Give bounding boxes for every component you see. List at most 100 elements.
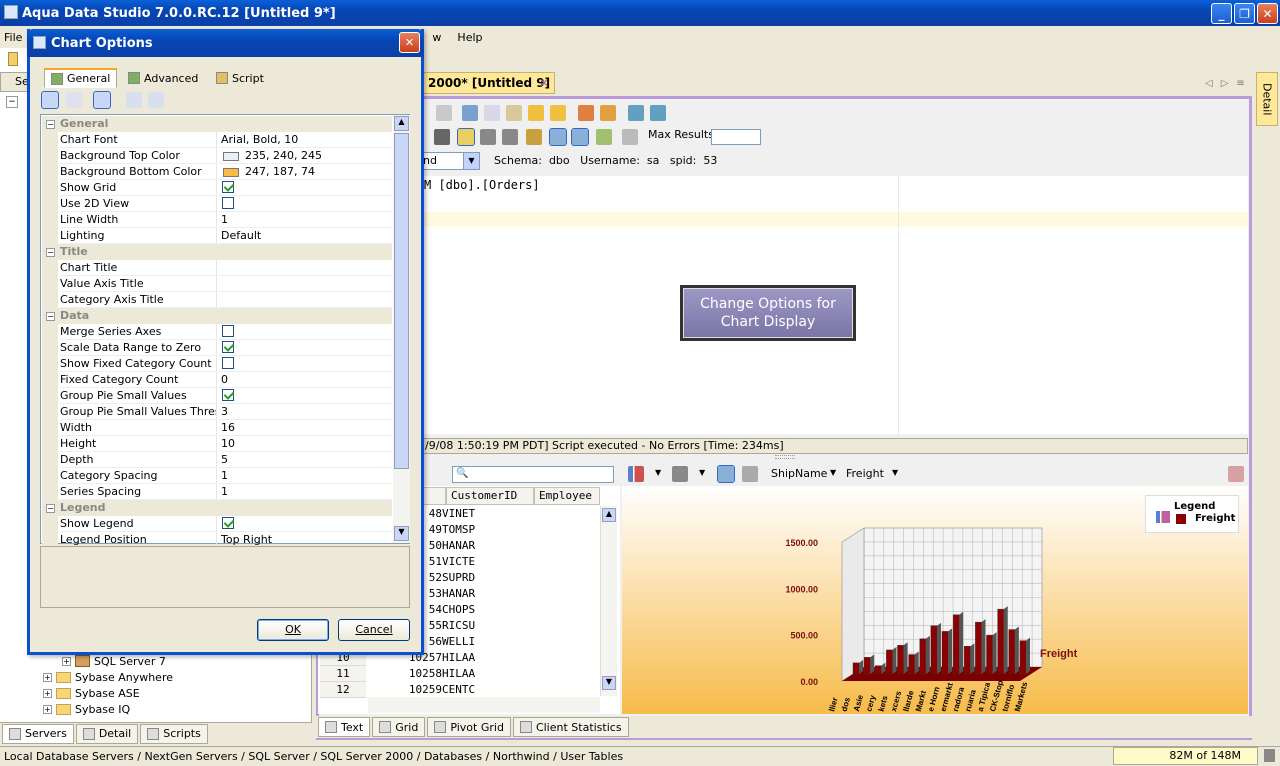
property-value[interactable] bbox=[219, 356, 392, 372]
results-icon[interactable] bbox=[596, 129, 612, 145]
tree-collapse-icon[interactable]: − bbox=[6, 96, 18, 108]
property-row[interactable]: Chart Title bbox=[42, 260, 392, 276]
database-select[interactable]: nd ▼ bbox=[418, 152, 480, 170]
tab-scripts[interactable]: Scripts bbox=[140, 723, 208, 744]
close-window-button[interactable]: ✕ bbox=[1257, 3, 1278, 24]
grid-row-number[interactable]: 12 bbox=[320, 682, 366, 698]
tab-text[interactable]: Text bbox=[318, 717, 371, 737]
property-row[interactable]: Group Pie Small Values bbox=[42, 388, 392, 404]
property-value[interactable]: Arial, Bold, 10 bbox=[219, 132, 392, 148]
undo-icon[interactable] bbox=[528, 105, 544, 121]
color-swatch[interactable] bbox=[223, 151, 239, 161]
property-checkbox[interactable] bbox=[222, 341, 234, 353]
tab-servers[interactable]: Servers bbox=[2, 723, 74, 744]
tab-grid[interactable]: Grid bbox=[372, 717, 426, 737]
property-checkbox[interactable] bbox=[222, 357, 234, 369]
cut-icon[interactable] bbox=[462, 105, 478, 121]
grid-horizontal-scrollbar[interactable] bbox=[368, 697, 600, 713]
property-row[interactable]: Value Axis Title bbox=[42, 276, 392, 292]
grid-header-employee[interactable]: Employee bbox=[534, 487, 600, 505]
tab-client-statistics[interactable]: Client Statistics bbox=[512, 717, 629, 737]
tab-pivot-grid[interactable]: Pivot Grid bbox=[427, 717, 511, 737]
explain-icon[interactable] bbox=[526, 129, 542, 145]
property-row[interactable]: Series Spacing 1 bbox=[42, 484, 392, 500]
sort-alpha-icon[interactable] bbox=[66, 92, 82, 108]
description-toggle-icon[interactable] bbox=[93, 91, 111, 109]
grid-row-number[interactable]: 11 bbox=[320, 666, 366, 682]
collapse-icon[interactable]: − bbox=[46, 248, 55, 257]
menu-file[interactable]: File bbox=[0, 31, 26, 44]
grid-cell-customerid[interactable]: TOMSP bbox=[442, 522, 475, 538]
property-value[interactable]: 1 bbox=[219, 484, 392, 500]
value-field-select[interactable]: Freight bbox=[846, 467, 884, 480]
expand-icon[interactable]: + bbox=[43, 672, 52, 682]
property-value[interactable] bbox=[219, 340, 392, 356]
stop-icon[interactable] bbox=[434, 129, 450, 145]
dialog-close-button[interactable]: ✕ bbox=[399, 32, 420, 53]
category-field-select[interactable]: ShipName bbox=[771, 467, 827, 480]
expand-icon[interactable]: + bbox=[43, 704, 52, 714]
grid-cell-customerid[interactable]: VINET bbox=[442, 506, 475, 522]
format2-icon[interactable] bbox=[650, 105, 666, 121]
copy-icon[interactable] bbox=[484, 105, 500, 121]
categorized-icon[interactable] bbox=[41, 91, 59, 109]
property-row[interactable]: Background Bottom Color 247, 187, 74 bbox=[42, 164, 392, 180]
expand-icon[interactable]: + bbox=[62, 656, 71, 666]
property-row[interactable]: Fixed Category Count 0 bbox=[42, 372, 392, 388]
grid-cell-customerid[interactable]: VICTE bbox=[442, 554, 475, 570]
step-icon[interactable] bbox=[480, 129, 496, 145]
scroll-up-icon[interactable]: ▲ bbox=[602, 508, 616, 522]
property-value[interactable]: 3 bbox=[219, 404, 392, 420]
property-row[interactable]: Depth 5 bbox=[42, 452, 392, 468]
property-value[interactable]: 247, 187, 74 bbox=[219, 164, 392, 180]
property-value[interactable]: Default bbox=[219, 228, 392, 244]
property-row[interactable]: Height 10 bbox=[42, 436, 392, 452]
chart-legend-toggle-icon[interactable] bbox=[1228, 466, 1244, 482]
paste-icon[interactable] bbox=[506, 105, 522, 121]
scroll-down-icon[interactable]: ▼ bbox=[602, 676, 616, 690]
property-row[interactable]: Merge Series Axes bbox=[42, 324, 392, 340]
menu-help[interactable]: Help bbox=[453, 31, 486, 44]
property-value[interactable] bbox=[219, 196, 392, 212]
collapse-icon[interactable]: − bbox=[46, 120, 55, 129]
find-icon[interactable] bbox=[578, 105, 594, 121]
tree-item-sql-server-7[interactable]: + SQL Server 7 bbox=[62, 653, 166, 669]
grid-cell-customerid[interactable]: HANAR bbox=[442, 586, 475, 602]
property-scrollbar[interactable]: ▲ ▼ bbox=[393, 115, 410, 543]
chevron-down-icon[interactable]: ▼ bbox=[830, 468, 836, 477]
minimize-button[interactable]: _ bbox=[1211, 3, 1232, 24]
property-row[interactable]: Group Pie Small Values Thresh...3 bbox=[42, 404, 392, 420]
property-row[interactable]: Chart Font Arial, Bold, 10 bbox=[42, 132, 392, 148]
dialog-tab-advanced[interactable]: Advanced bbox=[122, 68, 204, 88]
property-row[interactable]: Line Width 1 bbox=[42, 212, 392, 228]
scroll-up-icon[interactable]: ▲ bbox=[394, 116, 409, 131]
property-row[interactable]: Category Axis Title bbox=[42, 292, 392, 308]
redo-icon[interactable] bbox=[550, 105, 566, 121]
property-value[interactable]: 16 bbox=[219, 420, 392, 436]
property-row[interactable]: Show Grid bbox=[42, 180, 392, 196]
tab-detail[interactable]: Detail bbox=[75, 723, 139, 744]
chevron-down-icon[interactable]: ▼ bbox=[463, 153, 479, 169]
tree-item-sybase-anywhere[interactable]: + Sybase Anywhere bbox=[43, 669, 173, 685]
property-row[interactable]: Lighting Default bbox=[42, 228, 392, 244]
print-icon[interactable] bbox=[436, 105, 452, 121]
property-value[interactable]: 1 bbox=[219, 212, 392, 228]
property-value[interactable] bbox=[219, 388, 392, 404]
tab-untitled-9[interactable]: 2000* [Untitled 9] ✕ bbox=[420, 72, 555, 94]
collapse-icon[interactable]: − bbox=[46, 312, 55, 321]
grid-cell-customerid[interactable]: WELLI bbox=[442, 634, 475, 650]
trash-icon[interactable] bbox=[1264, 749, 1275, 762]
scroll-thumb[interactable] bbox=[394, 133, 409, 469]
grid-cell-orderid[interactable]: 10259 bbox=[368, 682, 442, 698]
split-view-icon[interactable] bbox=[571, 128, 589, 146]
property-value[interactable]: 5 bbox=[219, 452, 392, 468]
3d-view-icon[interactable] bbox=[672, 466, 688, 482]
property-row[interactable]: Show Legend bbox=[42, 516, 392, 532]
property-checkbox[interactable] bbox=[222, 325, 234, 337]
chart-options-icon[interactable] bbox=[742, 466, 758, 482]
grid-header-customerid[interactable]: CustomerID bbox=[446, 487, 534, 505]
close-tab-icon[interactable]: ✕ bbox=[539, 76, 549, 90]
property-value[interactable]: 235, 240, 245 bbox=[219, 148, 392, 164]
replace-icon[interactable] bbox=[600, 105, 616, 121]
step2-icon[interactable] bbox=[502, 129, 518, 145]
